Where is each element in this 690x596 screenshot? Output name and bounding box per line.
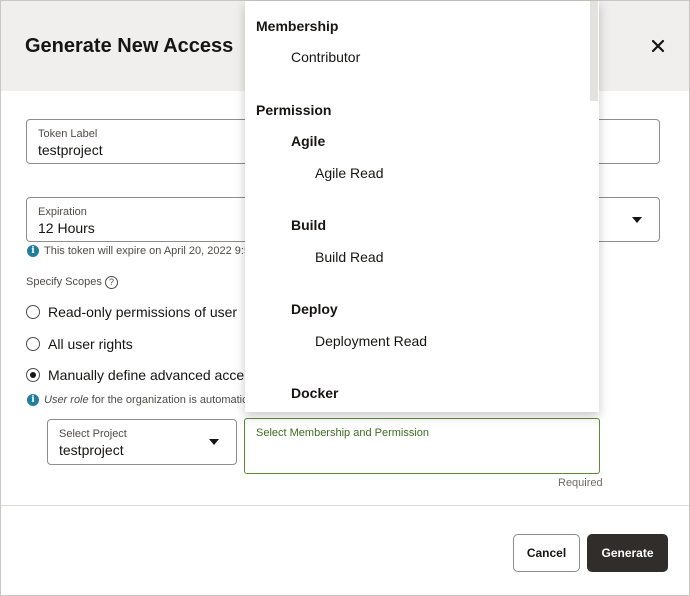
radio-label: All user rights [48,336,133,352]
role-hint-emphasis: User role [44,394,89,406]
radio-read-only[interactable]: Read-only permissions of user [26,302,237,322]
specify-scopes-label: Specify Scopes [26,276,102,288]
radio-manually-define[interactable]: Manually define advanced acce [26,365,244,385]
generate-access-token-dialog: Generate New Access Token Label testproj… [0,0,690,596]
dropdown-option-agile-read[interactable]: Agile Read [315,165,384,181]
dropdown-option-deployment-read[interactable]: Deployment Read [315,333,427,349]
close-icon [651,39,665,53]
select-project-value: testproject [59,442,124,458]
token-label-label: Token Label [38,128,98,140]
generate-button[interactable]: Generate [587,534,668,572]
dropdown-group-agile: Agile [291,133,326,149]
radio-label: Read-only permissions of user [48,304,238,320]
radio-button[interactable] [26,337,40,351]
dropdown-group-deploy: Deploy [291,301,338,317]
dropdown-group-docker: Docker [291,385,339,401]
close-button[interactable] [645,33,671,59]
expiration-value: 12 Hours [38,220,95,236]
dropdown-option-build-read[interactable]: Build Read [315,249,384,265]
required-text: Required [558,477,603,489]
dropdown-section-permission: Permission [256,102,332,118]
radio-all-user-rights[interactable]: All user rights [26,334,133,354]
cancel-button[interactable]: Cancel [513,534,580,572]
token-label-value: testproject [38,142,103,158]
expiration-hint: This token will expire on April 20, 2022… [44,245,251,257]
footer-divider [1,505,689,506]
radio-button-selected[interactable] [26,368,40,382]
dropdown-group-build: Build [291,217,326,233]
dropdown-scrollbar[interactable] [590,1,598,101]
expiration-label: Expiration [38,206,87,218]
dialog-title: Generate New Access [25,35,234,57]
chevron-down-icon [209,439,219,445]
chevron-down-icon [632,217,642,223]
help-icon[interactable]: ? [105,276,118,289]
dropdown-section-membership: Membership [256,18,339,34]
membership-permission-label: Select Membership and Permission [256,427,430,439]
role-hint-text: for the organization is automatica [88,394,254,406]
select-project-label: Select Project [59,428,127,440]
info-icon: i [27,245,39,257]
membership-permission-select[interactable]: Select Membership and Permission [244,418,600,474]
select-project[interactable]: Select Project testproject [47,419,237,465]
radio-label: Manually define advanced acce [48,367,245,383]
role-hint: User role for the organization is automa… [44,394,254,406]
membership-permission-dropdown[interactable]: Membership Contributor Permission Agile … [245,1,599,412]
dropdown-option-contributor[interactable]: Contributor [291,49,360,65]
radio-button[interactable] [26,305,40,319]
info-icon: i [27,394,39,406]
